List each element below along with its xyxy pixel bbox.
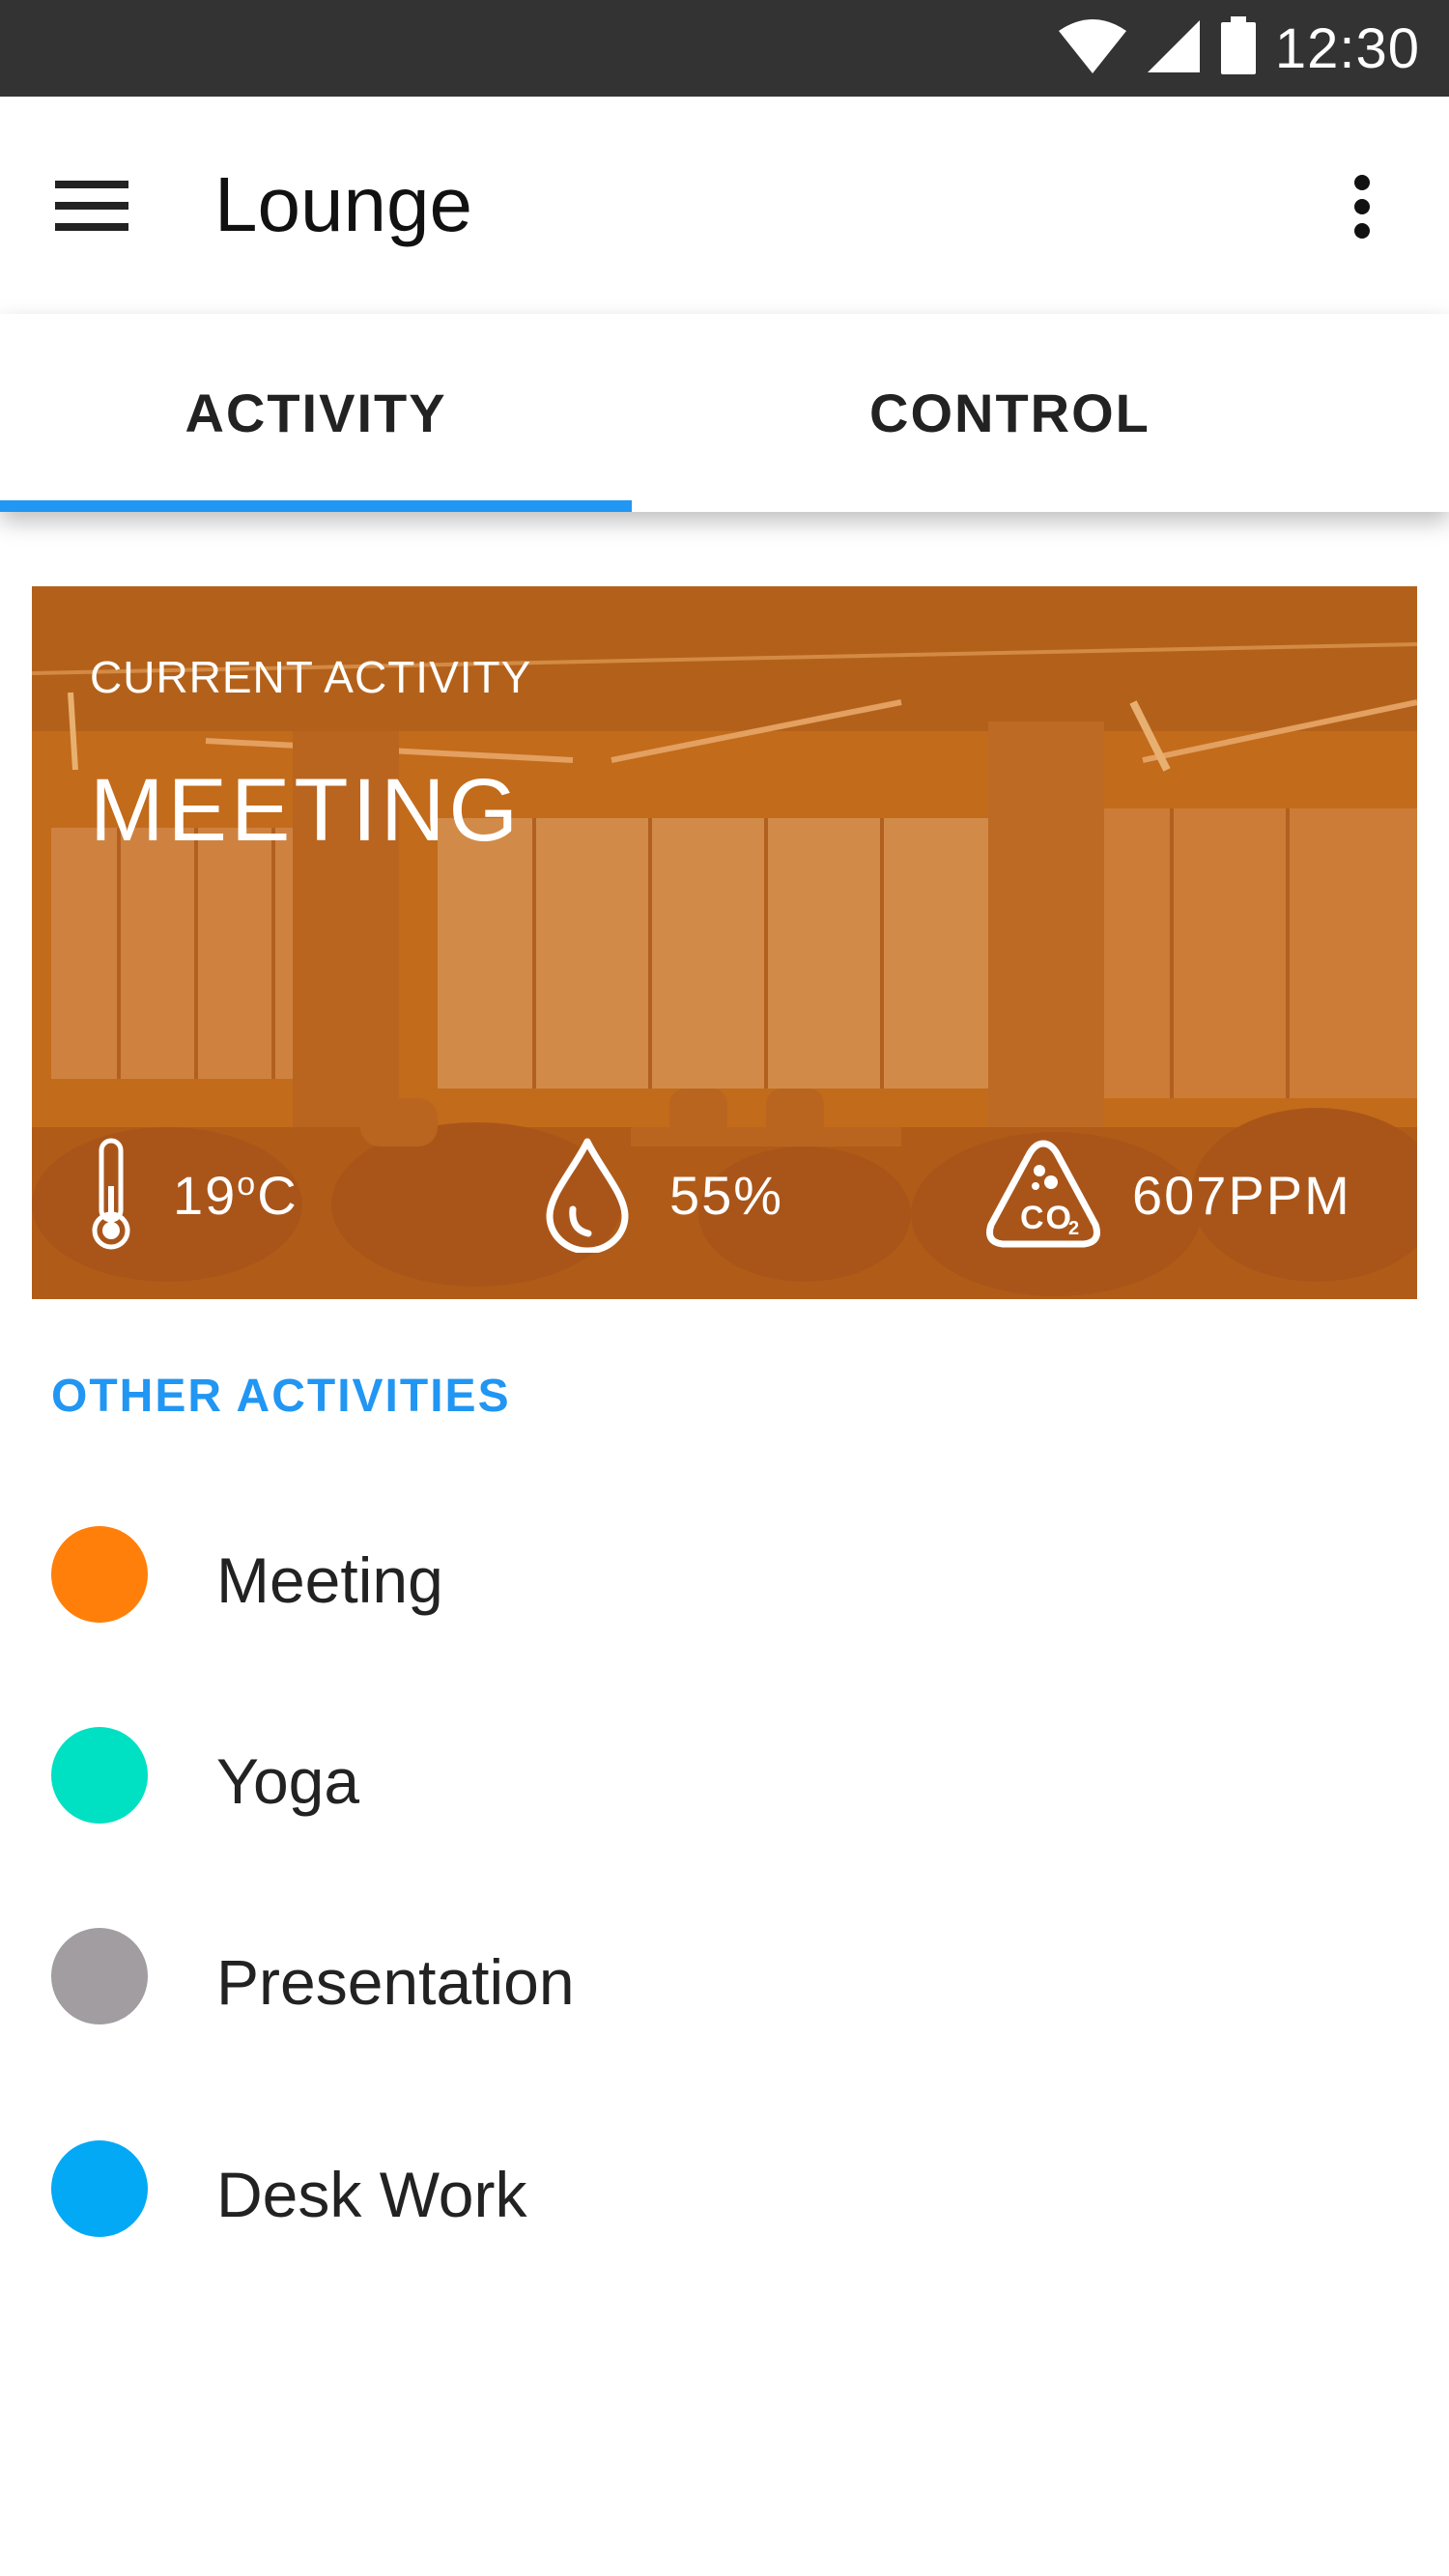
- temperature-degree: o: [237, 1165, 258, 1203]
- co2-value: 607PPM: [1132, 1164, 1351, 1226]
- current-activity-title: MEETING: [90, 761, 523, 860]
- svg-text:CO: CO: [1020, 1200, 1073, 1236]
- menu-button[interactable]: [48, 164, 135, 251]
- temperature-unit: C: [257, 1164, 298, 1226]
- activity-color-dot: [51, 1727, 148, 1824]
- humidity-value: 55%: [669, 1164, 784, 1226]
- current-activity-label: CURRENT ACTIVITY: [90, 652, 532, 702]
- wifi-icon: [1057, 17, 1128, 80]
- activity-label: Presentation: [216, 1946, 575, 2018]
- activity-item-meeting[interactable]: Meeting: [0, 1478, 1449, 1671]
- status-bar: 12:30: [0, 0, 1449, 97]
- activity-color-dot: [51, 2140, 148, 2237]
- activity-label: Meeting: [216, 1544, 443, 1616]
- svg-text:2: 2: [1068, 1218, 1081, 1239]
- page-title: Lounge: [214, 161, 472, 247]
- co2-metric: CO 2 607PPM: [983, 1127, 1351, 1262]
- activity-item-presentation[interactable]: Presentation: [0, 1880, 1449, 2073]
- more-vert-icon: [1352, 174, 1372, 244]
- app-bar: Lounge: [0, 97, 1449, 314]
- activity-color-dot: [51, 1928, 148, 2024]
- tab-activity[interactable]: ACTIVITY: [0, 314, 632, 512]
- water-drop-icon: [544, 1137, 631, 1253]
- temperature-number: 19: [173, 1164, 238, 1226]
- tab-bar: ACTIVITY CONTROL: [0, 314, 1449, 512]
- co2-icon: CO 2: [983, 1138, 1103, 1252]
- activity-item-desk-work[interactable]: Desk Work: [0, 2092, 1449, 2285]
- more-options-button[interactable]: [1314, 160, 1410, 257]
- battery-icon: [1219, 15, 1258, 81]
- tab-indicator: [0, 500, 632, 512]
- activity-label: Desk Work: [216, 2159, 527, 2230]
- thermometer-icon: [90, 1138, 132, 1252]
- status-icons: 12:30: [1057, 0, 1420, 97]
- hamburger-menu-icon: [55, 179, 128, 238]
- current-activity-card[interactable]: CURRENT ACTIVITY MEETING 19oC 55% CO 2 6…: [32, 586, 1417, 1299]
- activity-color-dot: [51, 1526, 148, 1623]
- temperature-metric: 19oC: [90, 1127, 298, 1262]
- cellular-signal-icon: [1146, 18, 1202, 79]
- activity-item-yoga[interactable]: Yoga: [0, 1679, 1449, 1872]
- other-activities-header: OTHER ACTIVITIES: [51, 1371, 511, 1422]
- tab-control[interactable]: CONTROL: [632, 314, 1449, 512]
- status-time: 12:30: [1274, 16, 1420, 80]
- activity-label: Yoga: [216, 1745, 360, 1817]
- humidity-metric: 55%: [544, 1127, 783, 1262]
- temperature-value: 19oC: [173, 1164, 298, 1227]
